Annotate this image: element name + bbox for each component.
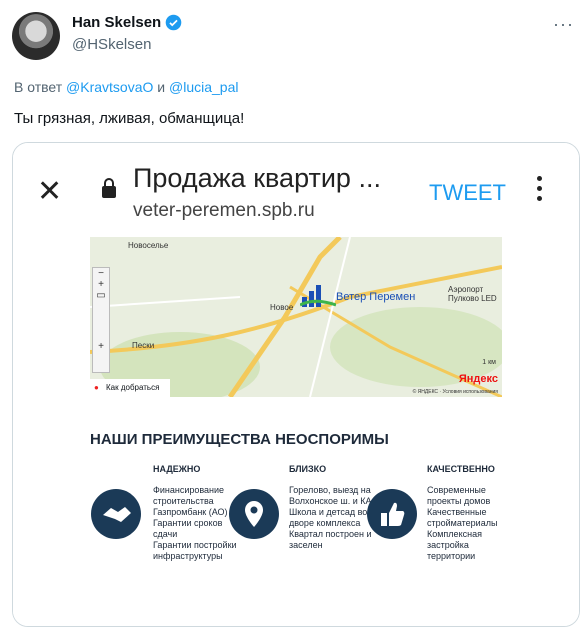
reply-user-link[interactable]: @lucia_pal [169,79,238,95]
column-title: КАЧЕСТВЕННО [427,464,495,474]
author-name-row[interactable]: Han Skelsen [72,14,182,31]
yandex-logo: Яндекс [458,373,498,385]
page-content: Новоселье Новое Пески Аэропорт Пулково L… [13,237,579,626]
logo-text: Ветер Перемен [336,291,416,303]
logo-bars-icon [299,285,337,307]
zoom-in-icon[interactable]: + [93,279,109,290]
reply-prefix: В ответ [14,79,63,95]
column-text: Современные проекты домов Качественные с… [427,485,498,561]
map-scale: 1 км [482,359,496,366]
reply-context: В ответ @KravtsovaO и @lucia_pal [14,79,238,95]
close-icon[interactable]: ✕ [37,177,62,207]
tweet-button[interactable]: TWEET [429,180,506,206]
author-handle[interactable]: @HSkelsen [72,36,151,53]
map[interactable]: Новоселье Новое Пески Аэропорт Пулково L… [90,237,502,397]
route-link[interactable]: ● Как добраться [90,379,170,397]
browser-bar: ✕ Продажа квартир ... veter-peremen.spb.… [13,143,579,237]
page-url: veter-peremen.spb.ru [133,200,315,221]
avatar[interactable] [12,12,60,60]
zoom-out-icon[interactable]: − [93,268,109,279]
logo: Ветер Перемен [299,283,415,314]
page-title: Продажа квартир ... [133,163,381,193]
column-text: Горелово, выезд на Волхонское ш. и КАД Ш… [289,485,378,550]
lock-icon [102,178,116,198]
zoom-slider[interactable]: ▭ [93,290,109,301]
map-label: Новоселье [128,241,169,250]
map-roads [90,237,502,397]
column-title: НАДЕЖНО [153,464,201,474]
map-label: Аэропорт Пулково LED [448,285,497,303]
column-title: БЛИЗКО [289,464,327,474]
map-label: Новое [270,303,294,312]
pin-icon: ● [94,383,99,392]
author-name[interactable]: Han Skelsen [72,14,161,31]
reply-and: и [157,79,166,95]
link-card[interactable]: ✕ Продажа квартир ... veter-peremen.spb.… [12,142,580,627]
section-heading: НАШИ ПРЕИМУЩЕСТВА НЕОСПОРИМЫ [90,431,389,448]
handshake-icon [91,489,141,539]
more-icon[interactable]: ··· [553,14,574,35]
thumbs-up-icon [367,489,417,539]
reply-user-link[interactable]: @KravtsovaO [66,79,153,95]
location-pin-icon [229,489,279,539]
map-zoom-control[interactable]: − + ▭ + [92,267,110,373]
zoom-in-icon[interactable]: + [93,341,109,352]
verified-badge-icon [165,14,182,31]
route-link-label[interactable]: Как добраться [106,383,159,392]
tweet-text: Ты грязная, лживая, обманщица! [14,110,245,127]
map-copyright[interactable]: © ЯНДЕКС · Условия использования [413,389,498,395]
map-label: Пески [132,341,155,350]
kebab-menu-icon[interactable] [537,176,543,204]
